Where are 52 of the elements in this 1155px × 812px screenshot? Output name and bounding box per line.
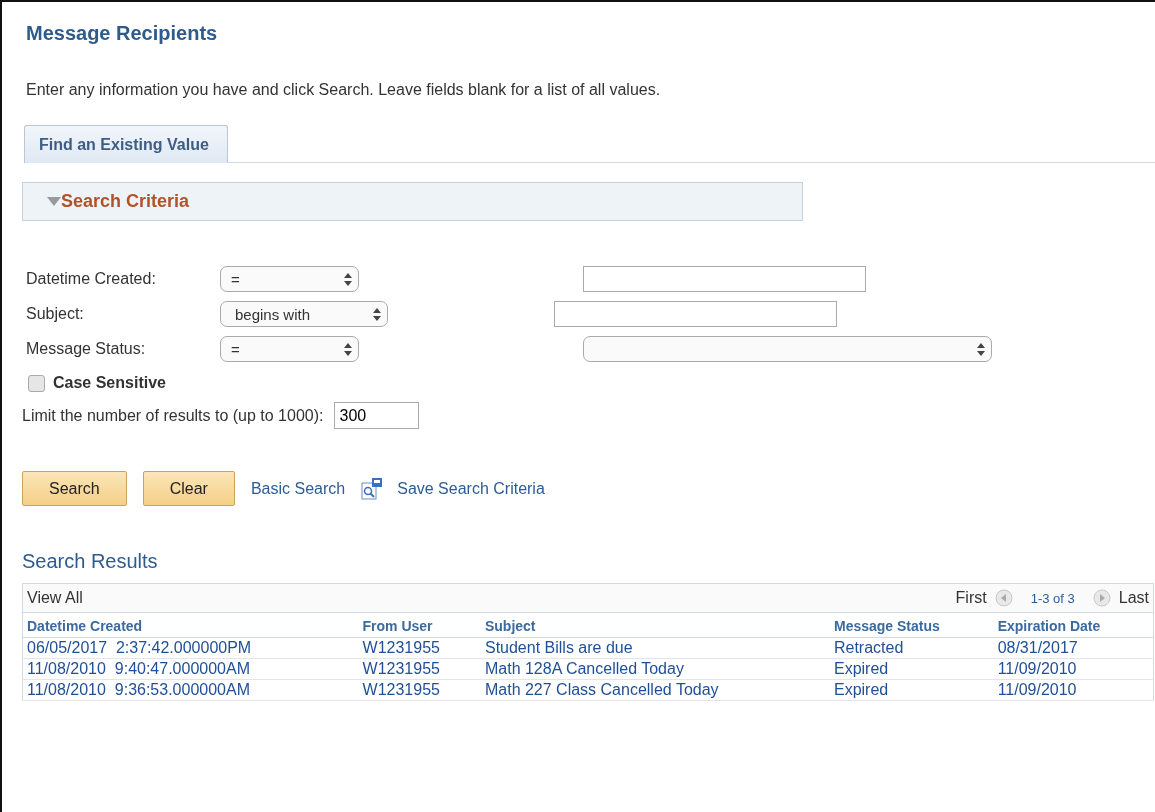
input-field[interactable] bbox=[553, 301, 837, 327]
table-cell[interactable]: Math 227 Class Cancelled Today bbox=[480, 679, 830, 701]
table-cell[interactable]: W1231955 bbox=[358, 679, 481, 701]
field-label: Message Status: bbox=[26, 340, 147, 358]
page-range: 1-3 of 3 bbox=[1030, 590, 1075, 606]
instructions: Enter any information you have and click Search. Leave fields blank for a list of all values. bbox=[26, 81, 662, 99]
table-cell[interactable]: 11/08/2010 9:40:47.000000AM bbox=[22, 658, 359, 680]
select-arrows-icon bbox=[344, 272, 352, 286]
table-cell[interactable]: 08/31/2017 bbox=[993, 637, 1154, 659]
table-cell[interactable]: 11/09/2010 bbox=[993, 658, 1154, 680]
checkbox-label: Case Sensitive bbox=[53, 374, 166, 392]
input-field[interactable]: 300 bbox=[334, 402, 420, 429]
first-link[interactable]: First bbox=[955, 589, 987, 607]
action-button[interactable]: Search bbox=[22, 471, 127, 506]
section-header-bar[interactable]: Search Criteria bbox=[22, 182, 803, 221]
operator-dropdown[interactable]: = bbox=[220, 266, 359, 292]
table-cell[interactable]: W1231955 bbox=[358, 658, 481, 680]
page-title: Message Recipients bbox=[26, 22, 219, 45]
table-cell[interactable]: W1231955 bbox=[358, 637, 481, 659]
save-search-icon[interactable] bbox=[361, 477, 384, 500]
collapse-triangle-icon[interactable] bbox=[47, 196, 61, 207]
column-header[interactable]: Message Status bbox=[829, 612, 994, 638]
basic-search-link[interactable]: Basic Search bbox=[250, 479, 346, 498]
column-header[interactable]: Expiration Date bbox=[993, 612, 1154, 638]
field-label: Subject: bbox=[26, 305, 85, 323]
save-search-link[interactable]: Save Search Criteria bbox=[397, 479, 545, 498]
select-arrows-icon bbox=[344, 342, 352, 356]
column-header[interactable]: Datetime Created bbox=[22, 612, 359, 638]
table-cell[interactable]: 11/08/2010 9:36:53.000000AM bbox=[22, 679, 359, 701]
table-cell[interactable]: Retracted bbox=[829, 637, 994, 659]
table-cell[interactable]: Math 128A Cancelled Today bbox=[480, 658, 830, 680]
tab[interactable]: Find an Existing Value bbox=[24, 125, 228, 163]
column-header[interactable]: From User bbox=[358, 612, 481, 638]
checkbox[interactable] bbox=[28, 374, 45, 392]
operator-dropdown[interactable]: = bbox=[220, 336, 359, 362]
action-button[interactable]: Clear bbox=[142, 471, 235, 506]
table-cell[interactable]: 06/05/2017 2:37:42.000000PM bbox=[22, 637, 359, 659]
select-arrows-icon bbox=[976, 342, 985, 356]
field-label: Limit the number of results to (up to 1000): bbox=[22, 406, 324, 425]
input-field[interactable] bbox=[582, 266, 866, 292]
table-cell[interactable]: Expired bbox=[829, 679, 994, 701]
table-cell[interactable]: Student Bills are due bbox=[480, 637, 830, 659]
select-arrows-icon bbox=[373, 307, 381, 321]
view-all-link[interactable]: View All bbox=[27, 589, 83, 607]
column-header[interactable]: Subject bbox=[480, 612, 830, 638]
operator-dropdown[interactable]: begins with bbox=[220, 301, 388, 327]
table-cell[interactable]: Expired bbox=[829, 658, 994, 680]
table-cell[interactable]: 11/09/2010 bbox=[993, 679, 1154, 701]
status-dropdown[interactable] bbox=[582, 336, 992, 362]
last-link[interactable]: Last bbox=[1118, 589, 1149, 607]
field-label: Datetime Created: bbox=[26, 270, 157, 288]
section-title: Search Results bbox=[22, 550, 159, 573]
